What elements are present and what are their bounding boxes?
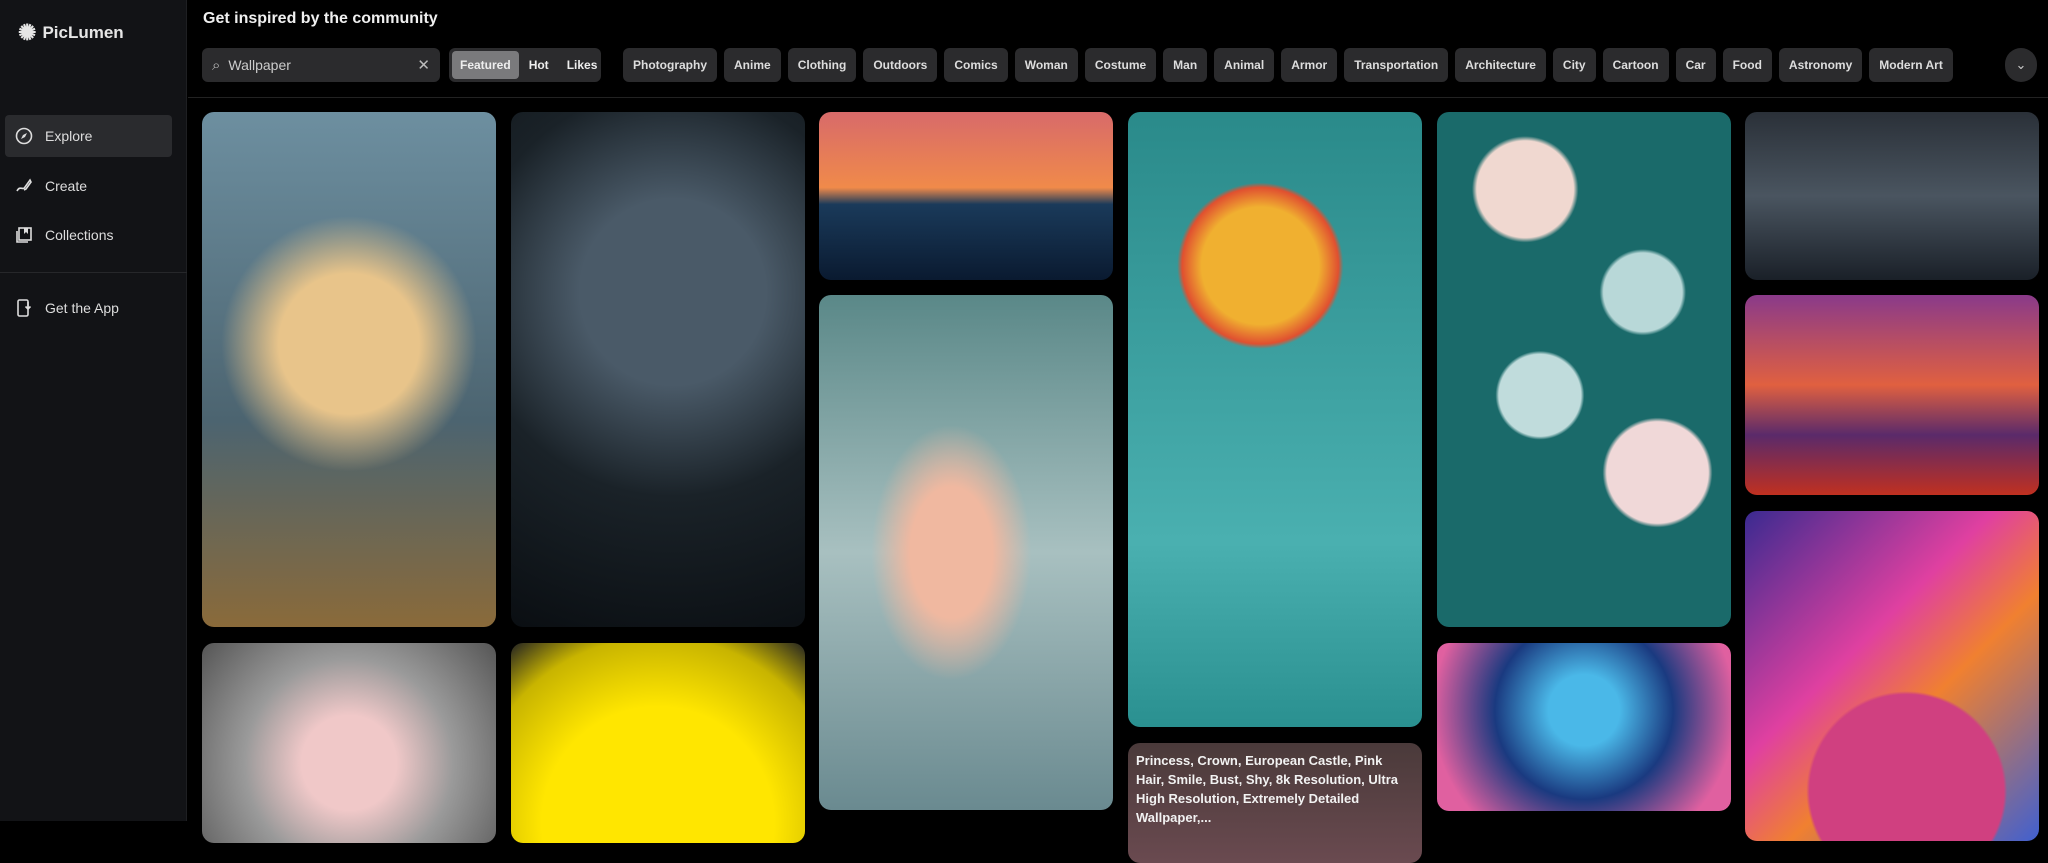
- category-chip-animal[interactable]: Animal: [1214, 48, 1275, 82]
- page-title: Get inspired by the community: [203, 10, 438, 27]
- sparkle-logo-icon: ✺: [18, 20, 37, 45]
- sidebar-item-collections[interactable]: Collections: [5, 214, 172, 256]
- sidebar-divider: [0, 272, 187, 273]
- gallery-image-ships[interactable]: [1745, 112, 2039, 280]
- category-chip-modern-art[interactable]: Modern Art: [1869, 48, 1953, 82]
- phone-download-icon: [17, 299, 32, 317]
- search-bar: ⌕ ✕: [202, 48, 440, 82]
- category-chip-costume[interactable]: Costume: [1084, 48, 1157, 82]
- sidebar: ✺ PicLumen Explore Create Collections Ge…: [0, 0, 187, 821]
- gallery-image-robot[interactable]: [202, 643, 496, 843]
- category-chip-anime[interactable]: Anime: [724, 48, 781, 82]
- category-chip-woman[interactable]: Woman: [1014, 48, 1078, 82]
- search-input[interactable]: [228, 57, 410, 73]
- expand-categories-button[interactable]: ⌄: [2005, 48, 2037, 82]
- gallery-image-puppy[interactable]: [202, 112, 496, 627]
- collections-icon: [16, 227, 32, 243]
- category-chip-outdoors[interactable]: Outdoors: [863, 48, 938, 82]
- tab-hot[interactable]: Hot: [521, 51, 557, 79]
- gallery-image-princess[interactable]: Princess, Crown, European Castle, Pink H…: [1128, 743, 1422, 863]
- gallery-image-planet[interactable]: [1745, 511, 2039, 841]
- search-icon: ⌕: [212, 56, 221, 74]
- image-caption: Princess, Crown, European Castle, Pink H…: [1136, 753, 1398, 825]
- gallery-image-yellow[interactable]: [511, 643, 805, 843]
- clear-search-icon[interactable]: ✕: [417, 56, 430, 74]
- sort-tabs: Featured Hot Likes: [449, 48, 601, 82]
- tab-featured[interactable]: Featured: [452, 51, 519, 79]
- gallery-image-sunset-sea[interactable]: [819, 112, 1113, 280]
- sidebar-item-get-the-app[interactable]: Get the App: [5, 287, 172, 329]
- gallery-image-cyborg[interactable]: [511, 112, 805, 627]
- gallery-image-balloon-island[interactable]: [1128, 112, 1422, 727]
- gallery-image-fish[interactable]: [819, 295, 1113, 810]
- category-chip-clothing[interactable]: Clothing: [787, 48, 857, 82]
- tab-likes[interactable]: Likes: [559, 51, 606, 79]
- category-chip-photography[interactable]: Photography: [623, 48, 717, 82]
- category-chip-food[interactable]: Food: [1722, 48, 1772, 82]
- category-chip-city[interactable]: City: [1552, 48, 1596, 82]
- category-chip-transportation[interactable]: Transportation: [1344, 48, 1449, 82]
- gallery-image-peonies[interactable]: [1437, 112, 1731, 627]
- compass-icon: [15, 127, 33, 145]
- chevron-down-icon: ⌄: [2015, 57, 2027, 72]
- sidebar-item-explore[interactable]: Explore: [5, 115, 172, 157]
- category-chip-cartoon[interactable]: Cartoon: [1602, 48, 1669, 82]
- category-chip-astronomy[interactable]: Astronomy: [1778, 48, 1863, 82]
- category-chip-car[interactable]: Car: [1675, 48, 1716, 82]
- sidebar-item-create[interactable]: Create: [5, 165, 172, 207]
- category-chip-armor[interactable]: Armor: [1281, 48, 1338, 82]
- gallery-image-neon-creature[interactable]: [1437, 643, 1731, 811]
- gallery-image-temple[interactable]: [1745, 295, 2039, 495]
- category-chip-architecture[interactable]: Architecture: [1455, 48, 1546, 82]
- header-divider: [188, 97, 2048, 98]
- brush-icon: [16, 178, 32, 192]
- category-chip-man[interactable]: Man: [1163, 48, 1208, 82]
- category-chips: Photography Anime Clothing Outdoors Comics Wo…: [623, 48, 1953, 82]
- category-chip-comics[interactable]: Comics: [944, 48, 1008, 82]
- logo[interactable]: ✺ PicLumen: [18, 20, 124, 46]
